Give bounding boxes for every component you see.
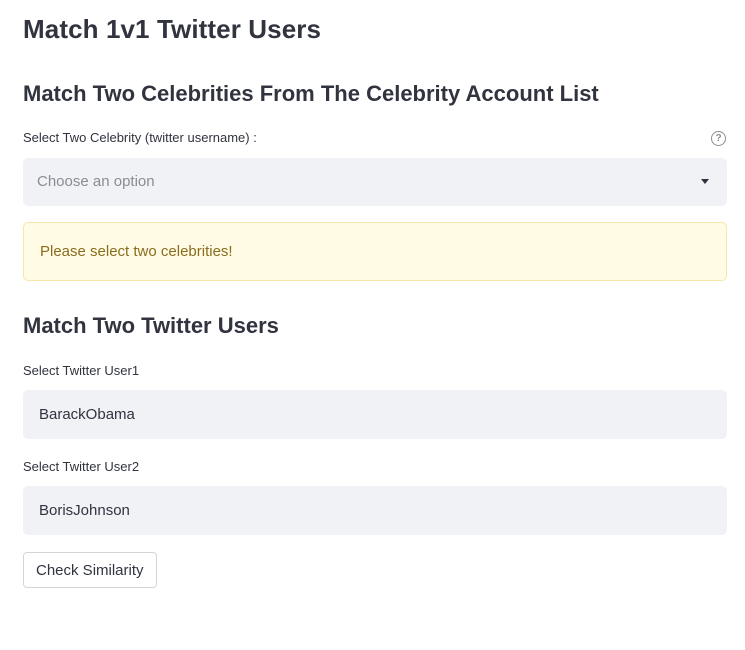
celebrity-section-title: Match Two Celebrities From The Celebrity…	[23, 81, 599, 106]
celebrity-select-label: Select Two Celebrity (twitter username) …	[23, 130, 257, 145]
celebrity-multiselect[interactable]: Choose an option	[23, 158, 727, 206]
warning-message: Please select two celebrities!	[40, 243, 233, 260]
user1-label: Select Twitter User1	[23, 363, 140, 378]
user2-input[interactable]	[23, 486, 727, 535]
celebrity-select-placeholder: Choose an option	[37, 173, 155, 190]
chevron-down-icon[interactable]	[701, 179, 709, 184]
question-circle-icon[interactable]: ?	[711, 131, 726, 146]
user1-input[interactable]	[23, 390, 727, 439]
check-similarity-button[interactable]: Check Similarity	[23, 552, 157, 588]
page-title: Match 1v1 Twitter Users	[23, 14, 322, 44]
user2-label: Select Twitter User2	[23, 459, 140, 474]
users-section-title: Match Two Twitter Users	[23, 313, 279, 338]
warning-alert: Please select two celebrities!	[23, 222, 727, 281]
